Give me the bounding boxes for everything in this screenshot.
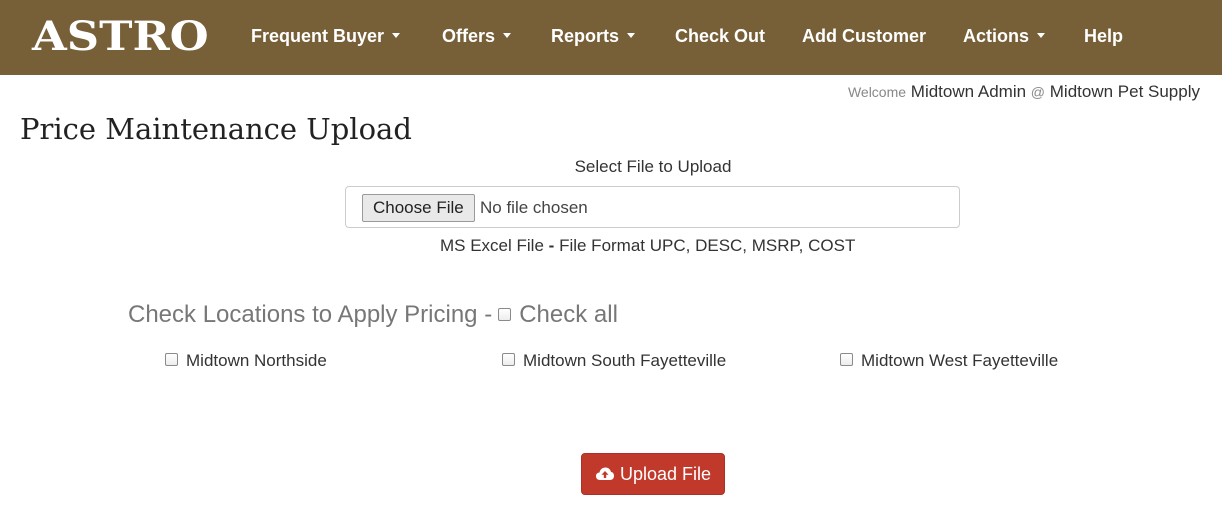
nav-actions[interactable]: Actions <box>963 22 1046 50</box>
caret-down-icon <box>392 32 401 38</box>
nav-frequent-buyer[interactable]: Frequent Buyer <box>251 22 401 50</box>
store-name: Midtown Pet Supply <box>1049 82 1200 101</box>
location-midtown-west-fayetteville[interactable]: Midtown West Fayetteville <box>840 351 1058 371</box>
file-status: No file chosen <box>480 198 588 217</box>
nav-label: Frequent Buyer <box>251 26 385 46</box>
file-input[interactable]: Choose File No file chosen <box>345 186 960 228</box>
page-title: Price Maintenance Upload <box>20 112 412 146</box>
location-label: Midtown West Fayetteville <box>861 351 1059 370</box>
location-midtown-northside[interactable]: Midtown Northside <box>165 351 327 371</box>
location-checkbox[interactable] <box>165 352 178 366</box>
user-name: Midtown Admin <box>910 82 1027 101</box>
nav-reports[interactable]: Reports <box>551 22 636 50</box>
locations-heading: Check Locations to Apply Pricing - Check… <box>128 301 618 329</box>
location-label: Midtown South Fayetteville <box>523 351 727 370</box>
location-checkbox[interactable] <box>502 352 515 366</box>
nav-label: Actions <box>963 26 1030 46</box>
nav-add-customer[interactable]: Add Customer <box>802 22 926 50</box>
nav-label: Offers <box>442 26 496 46</box>
welcome-line: Welcome Midtown Admin @ Midtown Pet Supp… <box>848 82 1200 102</box>
caret-down-icon <box>503 32 512 38</box>
hint-separator: - <box>548 236 555 255</box>
nav-label: Reports <box>551 26 620 46</box>
brand-text: ASTRO <box>32 13 209 60</box>
hint-format: File Format UPC, DESC, MSRP, COST <box>559 236 856 255</box>
cloud-upload-icon <box>595 467 614 480</box>
upload-button-label: Upload File <box>619 463 712 484</box>
welcome-text: Welcome <box>847 84 907 100</box>
upload-file-button[interactable]: Upload File <box>581 453 725 495</box>
locations-heading-text: Check Locations to Apply Pricing - <box>128 301 493 328</box>
nav-help[interactable]: Help <box>1084 22 1123 50</box>
nav-label: Add Customer <box>802 26 927 46</box>
astro-logo[interactable]: ASTRO <box>32 13 209 61</box>
top-navbar: ASTRO Frequent Buyer Offers Reports Chec… <box>0 0 1222 75</box>
file-format-hint: MS Excel File - File Format UPC, DESC, M… <box>440 236 855 256</box>
location-checkbox[interactable] <box>840 352 853 366</box>
nav-offers[interactable]: Offers <box>442 22 512 50</box>
location-label: Midtown Northside <box>186 351 327 370</box>
nav-check-out[interactable]: Check Out <box>675 22 765 50</box>
hint-file-type: MS Excel File <box>440 236 544 255</box>
caret-down-icon <box>1037 32 1046 38</box>
check-all-checkbox[interactable] <box>498 307 512 321</box>
caret-down-icon <box>627 32 636 38</box>
select-file-label: Select File to Upload <box>574 157 732 176</box>
check-all-label[interactable]: Check all <box>519 301 618 329</box>
nav-label: Help <box>1084 26 1124 46</box>
location-midtown-south-fayetteville[interactable]: Midtown South Fayetteville <box>502 351 726 371</box>
nav-label: Check Out <box>675 26 766 46</box>
at-symbol: @ <box>1030 84 1046 100</box>
choose-file-button[interactable]: Choose File <box>362 194 475 222</box>
